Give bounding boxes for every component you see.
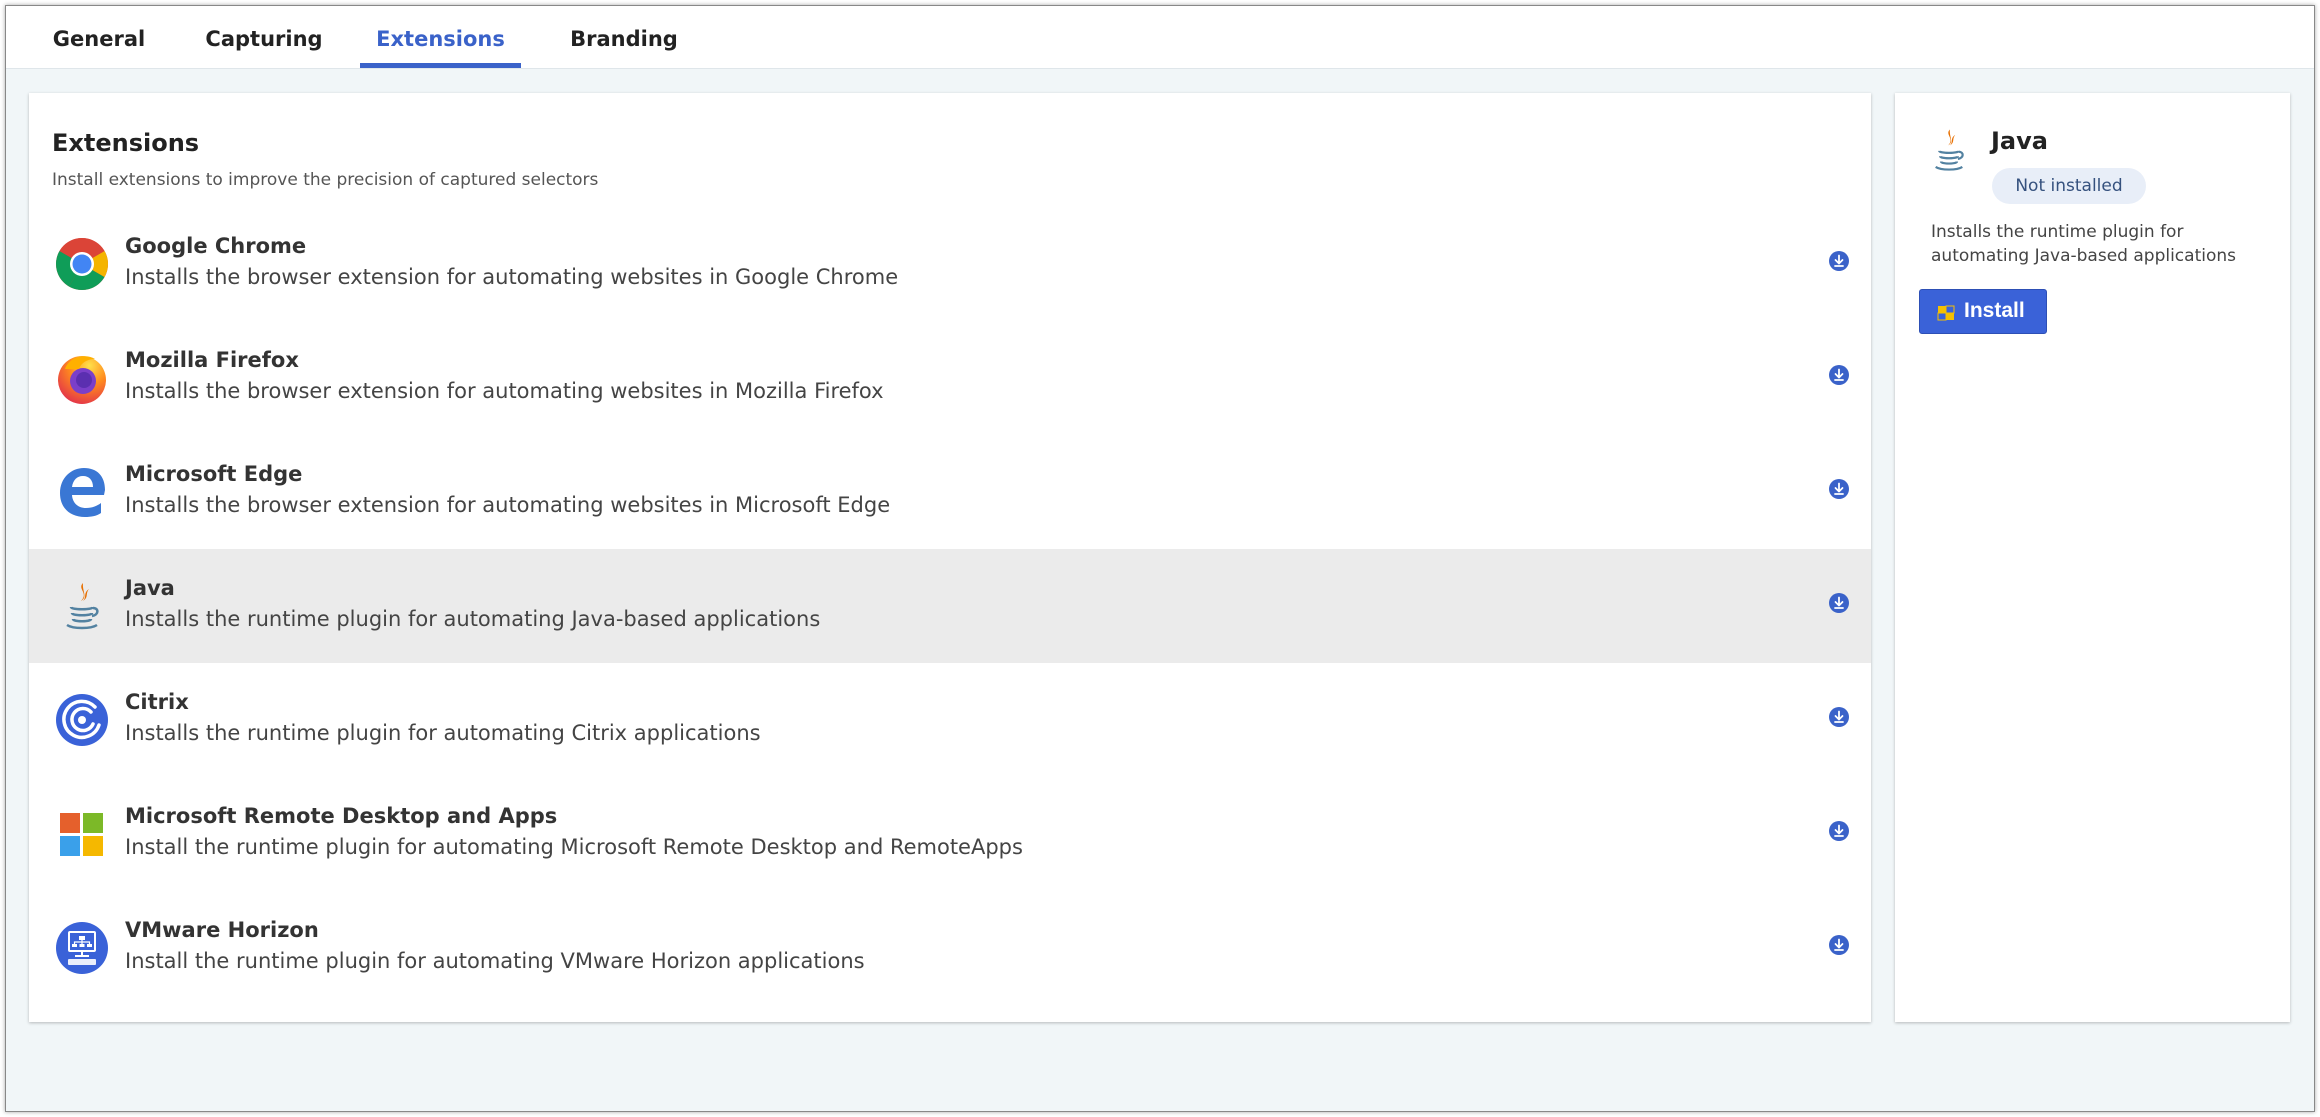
- extension-description: Installs the browser extension for autom…: [125, 379, 884, 403]
- extension-description: Install the runtime plugin for automatin…: [125, 835, 1023, 859]
- extension-name: Citrix: [125, 690, 189, 714]
- extension-row-edge[interactable]: Microsoft Edge Installs the browser exte…: [29, 435, 1871, 549]
- edge-icon: [55, 465, 109, 519]
- extension-description: Installs the runtime plugin for automati…: [125, 607, 821, 631]
- chrome-icon: [55, 237, 109, 291]
- download-icon[interactable]: [1828, 364, 1850, 386]
- tab-branding[interactable]: Branding: [554, 6, 694, 68]
- tab-extensions[interactable]: Extensions: [360, 6, 521, 68]
- firefox-icon: [55, 351, 109, 405]
- extension-name: VMware Horizon: [125, 918, 319, 942]
- extension-row-chrome[interactable]: Google Chrome Installs the browser exten…: [29, 207, 1871, 321]
- tab-capturing-label: Capturing: [205, 27, 323, 51]
- install-button-label: Install: [1964, 299, 2025, 322]
- tab-capturing[interactable]: Capturing: [194, 6, 334, 68]
- tab-general-label: General: [52, 27, 146, 51]
- extension-detail-panel: Java Not installed Installs the runtime …: [1895, 93, 2290, 1022]
- java-icon: [55, 579, 109, 633]
- install-button[interactable]: Install: [1919, 289, 2047, 334]
- citrix-icon: [55, 693, 109, 747]
- detail-title: Java: [1991, 127, 2048, 155]
- microsoft-icon: [55, 807, 109, 861]
- status-badge: Not installed: [1992, 168, 2146, 204]
- vmware-icon: [55, 921, 109, 975]
- detail-description: Installs the runtime plugin for automati…: [1931, 222, 2236, 266]
- extension-description: Installs the runtime plugin for automati…: [125, 721, 761, 745]
- tab-extensions-label: Extensions: [376, 27, 505, 51]
- active-tab-indicator: [360, 63, 521, 68]
- extension-name: Microsoft Remote Desktop and Apps: [125, 804, 558, 828]
- extension-row-firefox[interactable]: Mozilla Firefox Installs the browser ext…: [29, 321, 1871, 435]
- download-icon[interactable]: [1828, 250, 1850, 272]
- extension-description: Installs the browser extension for autom…: [125, 265, 899, 289]
- shield-icon: [1936, 303, 1956, 323]
- download-icon[interactable]: [1828, 934, 1850, 956]
- extension-name: Google Chrome: [125, 234, 307, 258]
- extensions-list: Google Chrome Installs the browser exten…: [29, 207, 1871, 1005]
- java-icon: [1925, 123, 1973, 177]
- extension-name: Java: [125, 576, 175, 600]
- tab-bar: General Capturing Extensions Branding: [6, 6, 2314, 69]
- tab-branding-label: Branding: [570, 27, 678, 51]
- tab-general[interactable]: General: [34, 6, 164, 68]
- extension-row-citrix[interactable]: Citrix Installs the runtime plugin for a…: [29, 663, 1871, 777]
- download-icon[interactable]: [1828, 592, 1850, 614]
- extension-row-remote-desktop[interactable]: Microsoft Remote Desktop and Apps Instal…: [29, 777, 1871, 891]
- extension-name: Mozilla Firefox: [125, 348, 299, 372]
- extension-name: Microsoft Edge: [125, 462, 303, 486]
- extensions-panel: Extensions Install extensions to improve…: [29, 93, 1871, 1022]
- extension-row-vmware[interactable]: VMware Horizon Install the runtime plugi…: [29, 891, 1871, 1005]
- extension-row-java[interactable]: Java Installs the runtime plugin for aut…: [29, 549, 1871, 663]
- extensions-title: Extensions: [52, 129, 200, 157]
- download-icon[interactable]: [1828, 478, 1850, 500]
- download-icon[interactable]: [1828, 820, 1850, 842]
- extensions-subtitle: Install extensions to improve the precis…: [52, 170, 599, 190]
- extension-description: Install the runtime plugin for automatin…: [125, 949, 865, 973]
- extension-description: Installs the browser extension for autom…: [125, 493, 891, 517]
- settings-window: General Capturing Extensions Branding Ex…: [5, 5, 2315, 1112]
- download-icon[interactable]: [1828, 706, 1850, 728]
